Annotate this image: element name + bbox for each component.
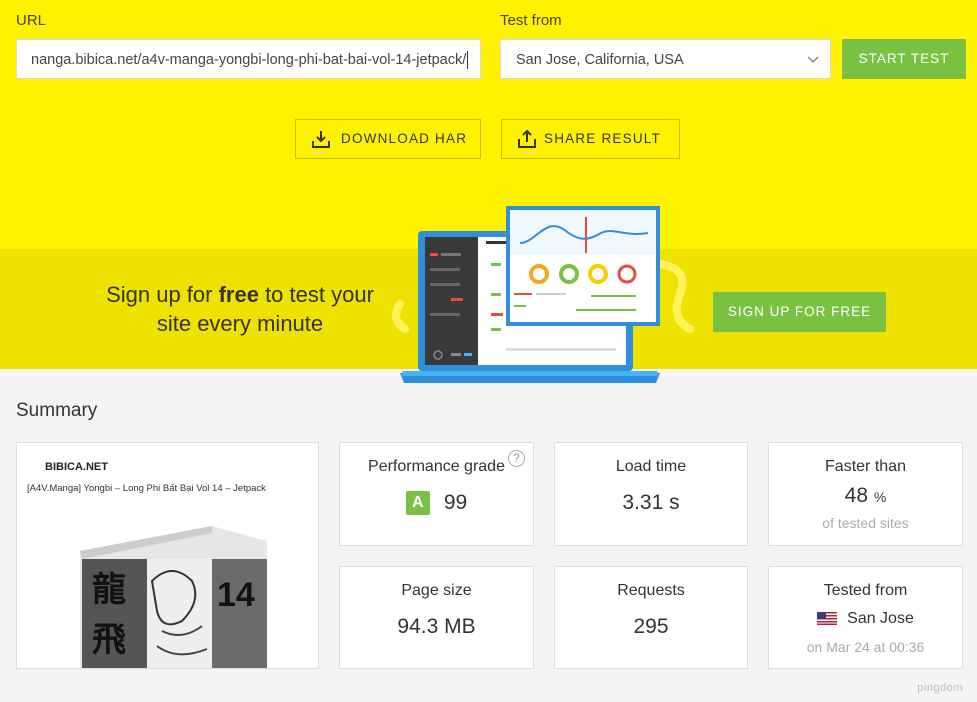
- share-result-label: SHARE RESULT: [544, 131, 661, 146]
- chevron-down-icon: [807, 56, 819, 64]
- grade-badge: A: [405, 491, 430, 516]
- performance-grade-value: A 99: [340, 491, 533, 516]
- cover-volume-number: 14: [217, 576, 255, 614]
- requests-value: 295: [633, 615, 669, 638]
- text-caret: [467, 51, 469, 70]
- url-input[interactable]: nanga.bibica.net/a4v-manga-yongbi-long-p…: [16, 39, 481, 79]
- download-har-label: DOWNLOAD HAR: [341, 131, 468, 146]
- manga-cover-image: 龍 飛 14: [80, 526, 267, 668]
- share-result-button[interactable]: SHARE RESULT: [501, 119, 680, 159]
- sign-up-button[interactable]: SIGN UP FOR FREE: [713, 292, 886, 332]
- test-location-select[interactable]: San Jose, California, USA: [500, 39, 831, 79]
- summary-title: Summary: [16, 400, 98, 421]
- tested-from-label: Tested from: [823, 582, 908, 599]
- page-size-value: 94.3 MB: [397, 615, 476, 638]
- svg-text:龍: 龍: [92, 571, 126, 609]
- faster-than-value: 48: [844, 484, 869, 507]
- screenshot-page-title: [A4V.Manga] Yongbi – Long Phi Bất Bại Vo…: [27, 483, 266, 494]
- promo-text-before: Sign up for: [106, 282, 219, 307]
- requests-label: Requests: [617, 582, 685, 599]
- test-location-value: San Jose, California, USA: [516, 52, 684, 68]
- performance-grade-label: Performance grade: [368, 458, 505, 475]
- requests-card: Requests 295: [554, 566, 748, 669]
- performance-grade-card: Performance grade ? A 99: [339, 442, 534, 546]
- faster-than-sub: of tested sites: [822, 515, 909, 531]
- download-icon: [312, 131, 330, 148]
- pingdom-logo: pingdom: [917, 682, 963, 694]
- test-from-label: Test from: [500, 12, 562, 29]
- tested-from-location-row: San Jose: [769, 610, 962, 628]
- tested-from-location: San Jose: [847, 610, 914, 627]
- load-time-label: Load time: [615, 458, 687, 475]
- tested-from-card: Tested from San Jose on Mar 24 at 00:36: [768, 566, 963, 669]
- url-value: nanga.bibica.net/a4v-manga-yongbi-long-p…: [31, 52, 467, 68]
- page-size-label: Page size: [401, 582, 472, 599]
- faster-than-value-row: 48 %: [769, 484, 962, 508]
- download-har-button[interactable]: DOWNLOAD HAR: [295, 119, 481, 159]
- page-screenshot-thumbnail: BIBICA.NET [A4V.Manga] Yongbi – Long Phi…: [16, 442, 319, 669]
- percent-unit: %: [873, 489, 887, 505]
- help-icon[interactable]: ?: [508, 450, 525, 467]
- svg-text:飛: 飛: [92, 622, 126, 659]
- faster-than-card: Faster than 48 % of tested sites: [768, 442, 963, 546]
- share-icon: [518, 130, 536, 148]
- faster-than-label: Faster than: [825, 458, 906, 475]
- start-test-button[interactable]: START TEST: [842, 39, 966, 79]
- load-time-card: Load time 3.31 s: [554, 442, 748, 546]
- us-flag-icon: [817, 612, 838, 626]
- promo-text-free: free: [218, 282, 259, 307]
- signup-promo-text: Sign up for free to test your site every…: [90, 280, 390, 338]
- performance-score: 99: [443, 491, 468, 514]
- url-label: URL: [16, 12, 47, 29]
- laptop-illustration-icon: [400, 206, 660, 383]
- screenshot-site-name: BIBICA.NET: [45, 461, 108, 473]
- load-time-value: 3.31 s: [622, 491, 680, 514]
- tested-from-date: on Mar 24 at 00:36: [806, 639, 925, 655]
- page-size-card: Page size 94.3 MB: [339, 566, 534, 669]
